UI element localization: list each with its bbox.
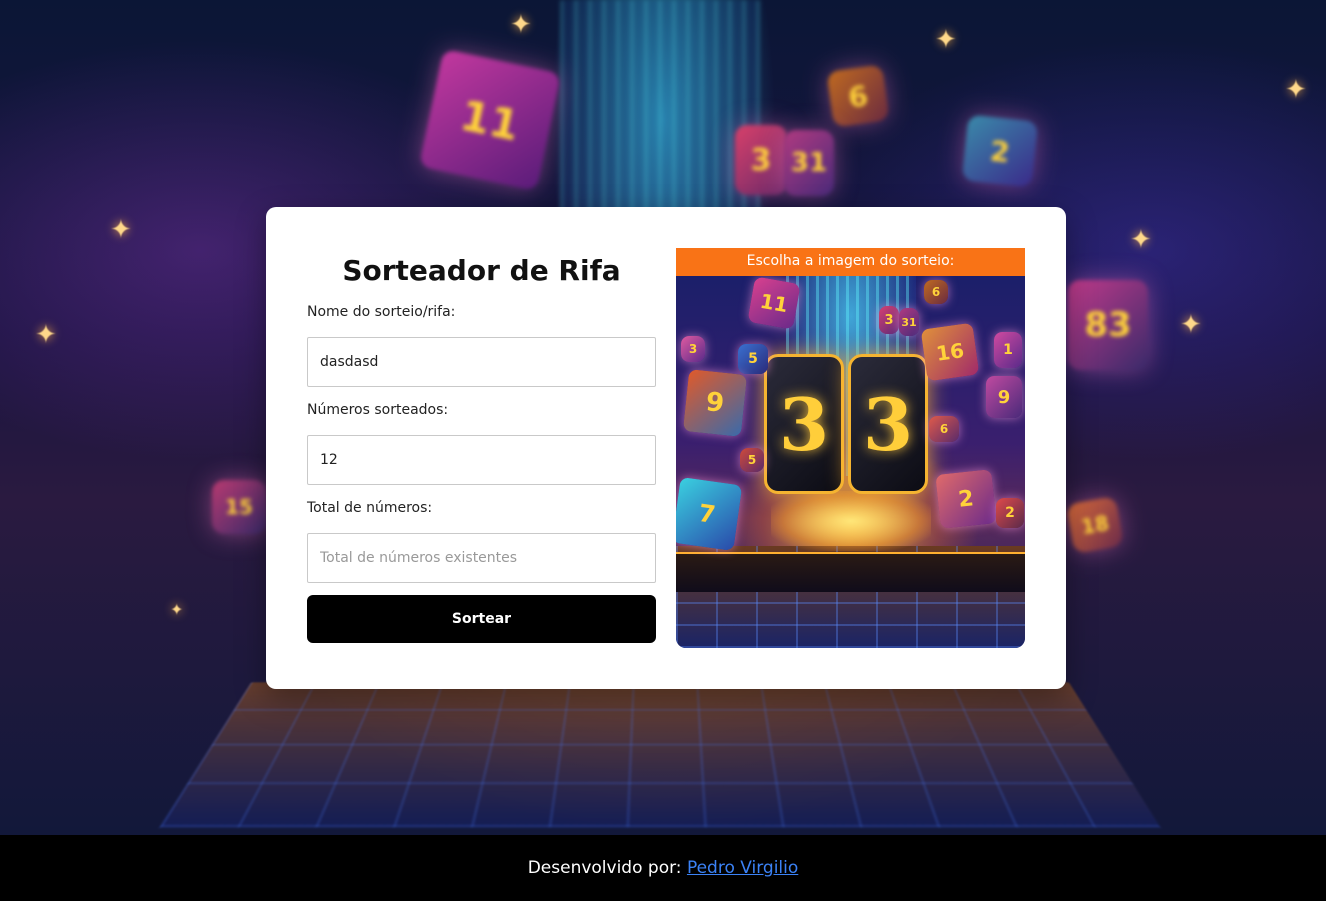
dice: 7 (676, 477, 742, 551)
background-platform (160, 682, 1160, 827)
raffle-form: Sorteador de Rifa Nome do sorteio/rifa: … (307, 247, 656, 643)
dice: 11 (747, 276, 800, 329)
dice: 6 (924, 280, 948, 304)
dice: 3 (879, 306, 899, 334)
dice: 5 (740, 448, 764, 472)
dice: 2 (996, 498, 1024, 528)
footer-credit-text: Desenvolvido por: (528, 858, 682, 878)
image-picker-header: Escolha a imagem do sorteio: (676, 248, 1025, 276)
name-label: Nome do sorteio/rifa: (307, 301, 656, 323)
dice: 1 (994, 332, 1022, 368)
sparkle-icon: ✦ (170, 600, 183, 619)
background-cube: 83 (1068, 280, 1148, 370)
image-picker[interactable]: Escolha a imagem do sorteio: 3 3 11 6 3 … (676, 248, 1025, 648)
sparkle-icon: ✦ (1130, 225, 1152, 255)
sparkle-icon: ✦ (35, 320, 57, 350)
drawn-numbers-label: Números sorteados: (307, 399, 656, 421)
dice: 2 (935, 469, 996, 529)
sparkle-icon: ✦ (1180, 310, 1202, 340)
dice: 9 (683, 369, 747, 437)
draw-button[interactable]: Sortear (307, 595, 656, 643)
background-cube: 15 (212, 480, 266, 534)
sparkle-icon: ✦ (510, 10, 532, 40)
image-glow (771, 491, 931, 551)
dice: 5 (738, 344, 768, 374)
raffle-name-input[interactable] (307, 337, 656, 387)
page-title: Sorteador de Rifa (307, 247, 656, 295)
background-cube: 2 (962, 115, 1039, 188)
sparkle-icon: ✦ (110, 215, 132, 245)
dice: 16 (921, 323, 980, 382)
sparkle-icon: ✦ (1285, 75, 1307, 105)
dice: 31 (899, 308, 919, 336)
dice: 9 (986, 376, 1022, 418)
sparkle-icon: ✦ (935, 25, 957, 55)
image-platform-ledge (676, 552, 1025, 592)
background-cube: 11 (419, 49, 561, 191)
raffle-image[interactable]: 3 3 11 6 3 31 16 5 9 1 9 5 2 6 7 2 3 (676, 276, 1025, 648)
author-link[interactable]: Pedro Virgilio (687, 858, 798, 878)
dice: 3 (681, 336, 705, 362)
big-cube-right: 3 (848, 354, 928, 494)
background-cube: 6 (826, 64, 889, 127)
background-cube: 3 (735, 125, 787, 195)
dice: 6 (929, 416, 959, 442)
background-cube: 18 (1066, 496, 1124, 554)
footer: Desenvolvido por: Pedro Virgilio (0, 835, 1326, 901)
big-cube-left: 3 (764, 354, 844, 494)
total-numbers-input[interactable] (307, 533, 656, 583)
raffle-card: Sorteador de Rifa Nome do sorteio/rifa: … (266, 207, 1066, 689)
total-numbers-label: Total de números: (307, 497, 656, 519)
drawn-numbers-input[interactable] (307, 435, 656, 485)
background-cube: 31 (784, 130, 834, 196)
